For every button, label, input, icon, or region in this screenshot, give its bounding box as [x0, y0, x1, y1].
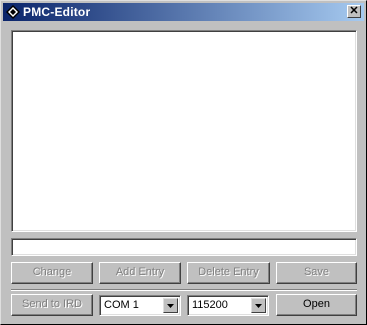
baud-rate-dropdown-button[interactable]	[251, 298, 266, 313]
entry-input[interactable]	[11, 238, 357, 256]
chevron-down-icon	[167, 304, 174, 308]
entries-listbox[interactable]	[11, 30, 357, 232]
baud-rate-value: 115200	[192, 299, 228, 311]
diamond-icon	[6, 5, 20, 19]
com-port-select[interactable]: COM 1	[99, 295, 181, 316]
chevron-down-icon	[255, 304, 262, 308]
change-button[interactable]: Change	[11, 262, 93, 284]
close-icon: ✕	[349, 5, 359, 17]
add-entry-button[interactable]: Add Entry	[99, 262, 181, 284]
open-button[interactable]: Open	[276, 294, 357, 316]
window-title: PMC-Editor	[23, 5, 91, 19]
com-port-value: COM 1	[104, 299, 139, 311]
close-button[interactable]: ✕	[347, 5, 361, 18]
separator	[11, 289, 357, 291]
save-button[interactable]: Save	[276, 262, 357, 284]
delete-entry-button[interactable]: Delete Entry	[187, 262, 270, 284]
com-port-dropdown-button[interactable]	[163, 298, 178, 313]
pmc-editor-window: PMC-Editor ✕ Change Add Entry Delete Ent…	[0, 0, 367, 325]
send-to-ird-button[interactable]: Send to IRD	[11, 294, 93, 316]
title-bar[interactable]: PMC-Editor ✕	[3, 3, 364, 21]
baud-rate-select[interactable]: 115200	[187, 295, 269, 316]
